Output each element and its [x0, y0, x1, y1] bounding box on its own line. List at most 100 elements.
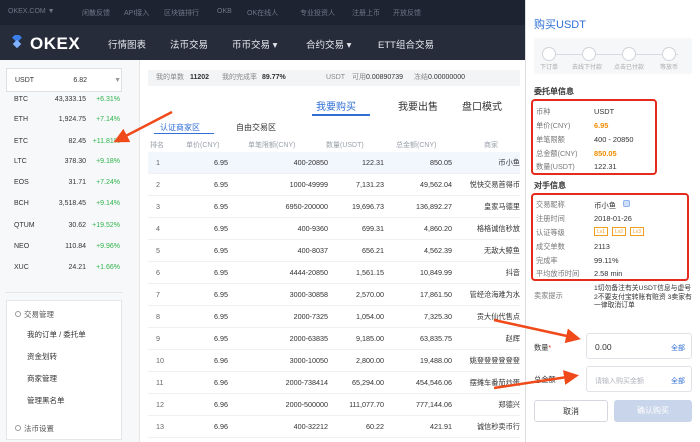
- coin-row-xuc[interactable]: XUC 24.21 +1.66%: [6, 256, 122, 280]
- row-qty: 699.31: [362, 224, 384, 233]
- orders-value: 11202: [190, 74, 210, 81]
- row-price: 6.95: [214, 158, 228, 167]
- mgmt-item-merchant[interactable]: 商家管理: [27, 373, 57, 384]
- mgmt-item-blacklist[interactable]: 管理黑名单: [27, 395, 65, 406]
- table-row[interactable]: 8 6.95 2000-7325 1,054.00 7,325.30 贡大仙代售点: [148, 306, 520, 328]
- nav-market-chart[interactable]: 行情图表: [108, 37, 146, 51]
- step-release-label: 等放币: [660, 65, 679, 71]
- rate-value: 89.77%: [262, 74, 286, 81]
- topbar-link[interactable]: 开放反馈: [393, 8, 421, 18]
- row-price: 6.96: [214, 356, 228, 365]
- topbar-site[interactable]: OKEX.COM ▼: [8, 8, 55, 15]
- currency-label: USDT: [326, 74, 346, 81]
- subtab-certified[interactable]: 认证商家区: [160, 122, 200, 133]
- coin-price: 3,518.45: [58, 200, 86, 207]
- row-limit: 400-32212: [293, 422, 328, 431]
- table-row[interactable]: 10 6.96 3000-10050 2,800.00 19,488.00 姚登登登登登登: [148, 350, 520, 372]
- table-row[interactable]: 4 6.95 400-9360 699.31 4,860.20 格格诚信秒放: [148, 218, 520, 240]
- order-qty-label: 数量(USDT): [536, 162, 575, 171]
- party-nick-value: 币小鱼: [594, 201, 617, 210]
- table-row[interactable]: 9 6.95 2000-63835 9,185.00 63,835.75 赵辉: [148, 328, 520, 350]
- party-info-title: 对手信息: [534, 181, 566, 190]
- mgmt-item-orders[interactable]: 我的订单 / 委托单: [27, 329, 86, 340]
- row-rank: 8: [156, 312, 160, 321]
- order-info-title: 委托单信息: [534, 87, 574, 96]
- mgmt-title: 交易管理: [15, 309, 54, 320]
- steps-line: [548, 54, 678, 55]
- party-reg-value: 2018-01-26: [594, 214, 632, 223]
- step-pay-label: 去线下付款: [572, 65, 603, 71]
- table-row[interactable]: 1 6.95 400-20850 122.31 850.05 币小鱼: [148, 152, 520, 174]
- topbar-link[interactable]: 专业投资人: [300, 8, 335, 18]
- topbar-link[interactable]: OK在线人: [247, 8, 278, 18]
- tab-buy[interactable]: 我要购买: [316, 98, 356, 113]
- row-merchant: 抖音: [505, 268, 520, 277]
- row-merchant: 诚信秒卖币行: [476, 422, 520, 431]
- row-total: 63,835.75: [420, 334, 452, 343]
- row-merchant: 郑德兴: [498, 400, 520, 409]
- row-merchant: 赵辉: [505, 334, 520, 343]
- remark-text: 1切勿备注有关USDT信息与虚号 2不要支付宝转账有赃资 3卖家有一律取消订单: [594, 285, 692, 309]
- table-row[interactable]: 2 6.95 1000-49999 7,131.23 49,562.04 悦快交易首得币: [148, 174, 520, 196]
- row-total: 17,861.50: [420, 290, 452, 299]
- table-row[interactable]: 3 6.95 6950-200000 19,696.73 136,892.27 皇家马德里: [148, 196, 520, 218]
- row-merchant: 皇家马德里: [484, 202, 520, 211]
- nav-c2c[interactable]: 法币交易: [170, 37, 208, 51]
- row-qty: 7,131.23: [356, 180, 384, 189]
- table-row[interactable]: 5 6.95 400-8037 656.21 4,562.39 无敌大鲸鱼: [148, 240, 520, 262]
- row-qty: 65,294.00: [352, 378, 384, 387]
- tab-buy-underline: [312, 114, 370, 116]
- mgmt-item-transfer[interactable]: 资金划转: [27, 351, 57, 362]
- mgmt-title-label: 交易管理: [24, 310, 54, 319]
- sidebar-divider: [6, 292, 122, 293]
- row-qty: 9,185.00: [356, 334, 384, 343]
- row-qty: 656.21: [362, 246, 384, 255]
- coin-row-bch[interactable]: BCH 3,518.45 +9.14%: [6, 192, 122, 216]
- subtab-free[interactable]: 自由交易区: [236, 122, 276, 133]
- row-price: 6.95: [214, 180, 228, 189]
- amount-all-button[interactable]: 全部: [671, 376, 685, 386]
- topbar-link[interactable]: 注册上币: [352, 8, 380, 18]
- row-price: 6.95: [214, 334, 228, 343]
- nav-ett[interactable]: ETT组合交易: [378, 37, 434, 51]
- trade-main: 我的单数 11202 我的完成率 89.77% USDT 可用 0.008907…: [140, 60, 525, 442]
- topbar-link[interactable]: OKB: [217, 8, 232, 15]
- row-price: 6.95: [214, 290, 228, 299]
- topbar-link[interactable]: 区块链排行: [164, 8, 199, 18]
- party-trades-label: 成交单数: [536, 242, 565, 251]
- nav-futures[interactable]: 合约交易 ▾: [306, 37, 351, 51]
- row-total: 4,562.39: [424, 246, 452, 255]
- coin-change: +1.66%: [96, 264, 120, 271]
- qty-all-button[interactable]: 全部: [671, 343, 685, 353]
- party-nick-label: 交易昵称: [536, 200, 565, 209]
- cancel-button[interactable]: 取消: [534, 400, 608, 422]
- table-row[interactable]: 13 6.96 400-32212 60.22 421.91 诚信秒卖币行: [148, 416, 520, 438]
- row-total: 454,546.06: [416, 378, 452, 387]
- qty-input[interactable]: 0.00 全部: [586, 333, 692, 359]
- coin-sidebar: USDT 6.82 ▼ BTC 43,333.15 +6.31% ETH 1,924.75…: [0, 60, 140, 442]
- nav-spot[interactable]: 币币交易 ▾: [232, 37, 277, 51]
- row-merchant: 姚登登登登登登: [469, 356, 520, 365]
- logo-text[interactable]: OKEX: [30, 34, 80, 54]
- table-row[interactable]: 12 6.96 2000-500000 111,077.70 777,144.06 郑德兴: [148, 394, 520, 416]
- row-limit: 2000-7325: [293, 312, 328, 321]
- table-row[interactable]: 7 6.95 3000-30858 2,570.00 17,861.50 管经沧海难为水: [148, 284, 520, 306]
- topbar-link[interactable]: 闲散反馈: [82, 8, 110, 18]
- row-rank: 13: [156, 422, 164, 431]
- row-total: 10,849.99: [420, 268, 452, 277]
- amount-input[interactable]: 请输入购买金额 全部: [586, 366, 692, 392]
- table-row[interactable]: 6 6.95 4444-20850 1,561.15 10,849.99 抖音: [148, 262, 520, 284]
- tab-book[interactable]: 盘口模式: [462, 98, 502, 113]
- okex-logo-icon: [12, 35, 22, 49]
- row-rank: 11: [156, 378, 164, 387]
- row-price: 6.95: [214, 268, 228, 277]
- mgmt-footer[interactable]: 法币设置: [15, 423, 54, 434]
- coin-row-eth[interactable]: ETH 1,924.75 +7.14%: [6, 108, 122, 132]
- row-limit: 1000-49999: [289, 180, 328, 189]
- table-row[interactable]: 11 6.96 2000-738414 65,294.00 454,546.06 摆摊车番…: [148, 372, 520, 394]
- topbar-link[interactable]: API接入: [124, 8, 149, 18]
- confirm-buy-button[interactable]: 确认购买: [614, 400, 692, 422]
- qty-value: 0.00: [595, 342, 612, 352]
- tab-sell[interactable]: 我要出售: [398, 98, 438, 113]
- step-release-icon: [662, 47, 676, 61]
